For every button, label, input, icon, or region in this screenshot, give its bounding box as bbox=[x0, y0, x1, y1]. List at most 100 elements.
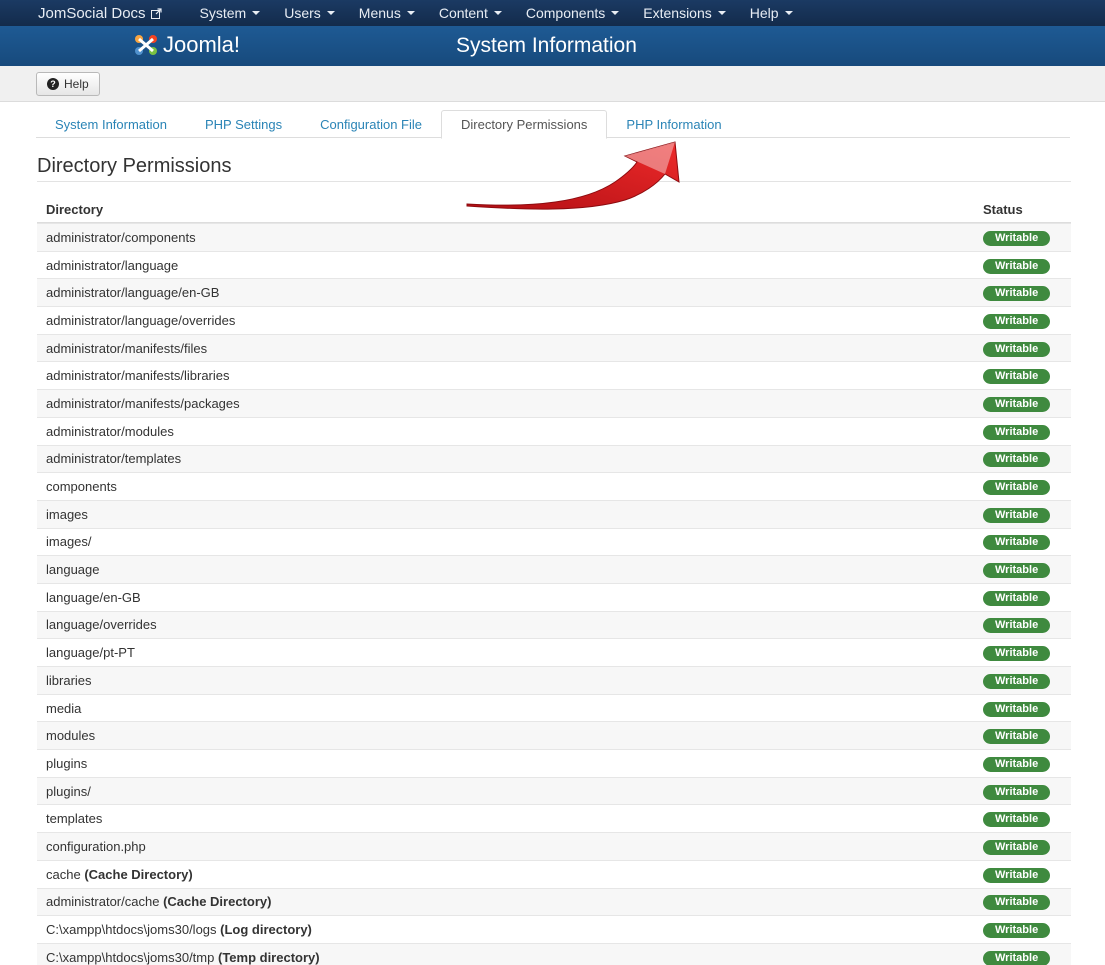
status-badge: Writable bbox=[983, 618, 1051, 634]
directory-path: configuration.php bbox=[46, 838, 146, 854]
table-row: language/overrides Writable bbox=[37, 610, 1071, 639]
logo-text: Joomla! bbox=[163, 32, 241, 57]
directory-path: administrator/components bbox=[46, 229, 196, 245]
menu-components[interactable]: Components bbox=[526, 5, 620, 21]
table-row: media Writable bbox=[37, 693, 1071, 722]
table-row: configuration.php Writable bbox=[37, 832, 1071, 860]
menu-system[interactable]: System bbox=[200, 5, 261, 21]
table-row: language Writable bbox=[37, 555, 1071, 583]
directory-cell: administrator/language/overrides bbox=[37, 313, 983, 328]
directory-path: images bbox=[46, 506, 88, 522]
status-cell: Writable bbox=[983, 838, 1071, 855]
help-button[interactable]: ? Help bbox=[36, 71, 100, 96]
top-navbar: JomSocial Docs System Users Menus Conten… bbox=[0, 0, 1105, 26]
directory-path: administrator/manifests/packages bbox=[46, 395, 240, 411]
status-cell: Writable bbox=[983, 340, 1071, 357]
status-badge: Writable bbox=[983, 258, 1051, 274]
table-row: C:\xampp\htdocs\joms30/tmp (Temp directo… bbox=[37, 942, 1071, 965]
directory-cell: language/overrides bbox=[37, 617, 983, 632]
directory-note: (Log directory) bbox=[220, 922, 312, 938]
menu-content[interactable]: Content bbox=[439, 5, 502, 21]
table-row: plugins Writable bbox=[37, 749, 1071, 777]
status-cell: Writable bbox=[983, 284, 1071, 302]
directory-cell: administrator/cache (Cache Directory) bbox=[37, 894, 983, 909]
status-cell: Writable bbox=[983, 949, 1071, 965]
table-row: language/en-GB Writable bbox=[37, 582, 1071, 611]
menu-help[interactable]: Help bbox=[750, 5, 793, 21]
tab-php-settings[interactable]: PHP Settings bbox=[186, 110, 301, 138]
status-cell: Writable bbox=[983, 755, 1071, 772]
status-cell: Writable bbox=[983, 561, 1071, 579]
directory-cell: administrator/manifests/files bbox=[37, 341, 983, 356]
annotation-arrow-icon bbox=[466, 141, 680, 210]
table-row: administrator/manifests/packages Writable bbox=[37, 389, 1071, 417]
directory-path: language/en-GB bbox=[46, 589, 141, 605]
table-row: administrator/language/overrides Writable bbox=[37, 306, 1071, 334]
status-badge: Writable bbox=[983, 756, 1051, 772]
table-body: administrator/components Writable administ… bbox=[37, 223, 1071, 965]
directory-cell: administrator/templates bbox=[37, 451, 983, 466]
table-row: administrator/components Writable bbox=[37, 223, 1071, 251]
directory-path: administrator/language/en-GB bbox=[46, 285, 220, 301]
directory-cell: administrator/components bbox=[37, 230, 983, 245]
directory-path: modules bbox=[46, 728, 96, 744]
directory-cell: libraries bbox=[37, 673, 983, 688]
table-row: administrator/language Writable bbox=[37, 250, 1071, 279]
directory-cell: plugins bbox=[37, 756, 983, 771]
help-button-label: Help bbox=[64, 76, 89, 91]
menu-users[interactable]: Users bbox=[284, 5, 335, 21]
menu-extensions[interactable]: Extensions bbox=[643, 5, 726, 21]
directory-path: administrator/cache bbox=[46, 894, 160, 910]
status-badge: Writable bbox=[983, 812, 1051, 828]
status-cell: Writable bbox=[983, 921, 1071, 939]
directory-cell: cache (Cache Directory) bbox=[37, 867, 983, 882]
directory-cell: modules bbox=[37, 728, 983, 743]
directory-cell: administrator/manifests/libraries bbox=[37, 368, 983, 383]
directory-path: images/ bbox=[46, 534, 92, 550]
caret-down-icon bbox=[784, 11, 793, 15]
table-row: images Writable bbox=[37, 499, 1071, 528]
header-bar: Joomla! System Information bbox=[0, 26, 1105, 66]
status-badge: Writable bbox=[983, 230, 1051, 246]
directory-path: plugins bbox=[46, 755, 88, 771]
status-cell: Writable bbox=[983, 395, 1071, 412]
table-row: modules Writable bbox=[37, 721, 1071, 750]
directory-path: libraries bbox=[46, 672, 92, 688]
status-cell: Writable bbox=[983, 700, 1071, 717]
status-badge: Writable bbox=[983, 563, 1051, 579]
site-link[interactable]: JomSocial Docs bbox=[38, 5, 162, 22]
table-row: administrator/manifests/files Writable bbox=[37, 333, 1071, 362]
directory-path: administrator/language/overrides bbox=[46, 312, 236, 328]
status-badge: Writable bbox=[983, 286, 1051, 302]
status-cell: Writable bbox=[983, 478, 1071, 496]
external-link-icon bbox=[150, 7, 162, 19]
permissions-table: Directory Status administrator/component… bbox=[37, 196, 1071, 965]
joomla-logo[interactable]: Joomla! bbox=[133, 32, 240, 58]
directory-path: C:\xampp\htdocs\joms30/tmp bbox=[46, 949, 215, 965]
caret-down-icon bbox=[611, 11, 620, 15]
table-row: plugins/Writable bbox=[37, 776, 1071, 805]
site-name: JomSocial Docs bbox=[38, 4, 146, 22]
menu-menus[interactable]: Menus bbox=[359, 5, 415, 21]
table-row: C:\xampp\htdocs\joms30/logs (Log directo… bbox=[37, 915, 1071, 943]
directory-path: language/overrides bbox=[46, 617, 157, 633]
page-title: System Information bbox=[456, 34, 637, 57]
directory-cell: administrator/language bbox=[37, 258, 983, 273]
tab-system-information[interactable]: System Information bbox=[36, 110, 186, 138]
status-badge: Writable bbox=[983, 784, 1051, 800]
status-badge: Writable bbox=[983, 507, 1051, 523]
table-row: administrator/modules Writable bbox=[37, 416, 1071, 445]
joomla-logo-icon bbox=[135, 35, 157, 55]
directory-path: language bbox=[46, 562, 100, 578]
status-cell: Writable bbox=[983, 229, 1071, 246]
directory-cell: media bbox=[37, 701, 983, 716]
tab-configuration-file[interactable]: Configuration File bbox=[301, 110, 441, 138]
directory-cell: administrator/language/en-GB bbox=[37, 285, 983, 300]
directory-cell: C:\xampp\htdocs\joms30/tmp (Temp directo… bbox=[37, 950, 983, 965]
table-row: administrator/language/en-GB Writable bbox=[37, 278, 1071, 307]
directory-path: administrator/templates bbox=[46, 451, 182, 467]
directory-path: templates bbox=[46, 811, 103, 827]
status-cell: Writable bbox=[983, 312, 1071, 329]
status-badge: Writable bbox=[983, 729, 1051, 745]
status-badge: Writable bbox=[983, 341, 1051, 357]
